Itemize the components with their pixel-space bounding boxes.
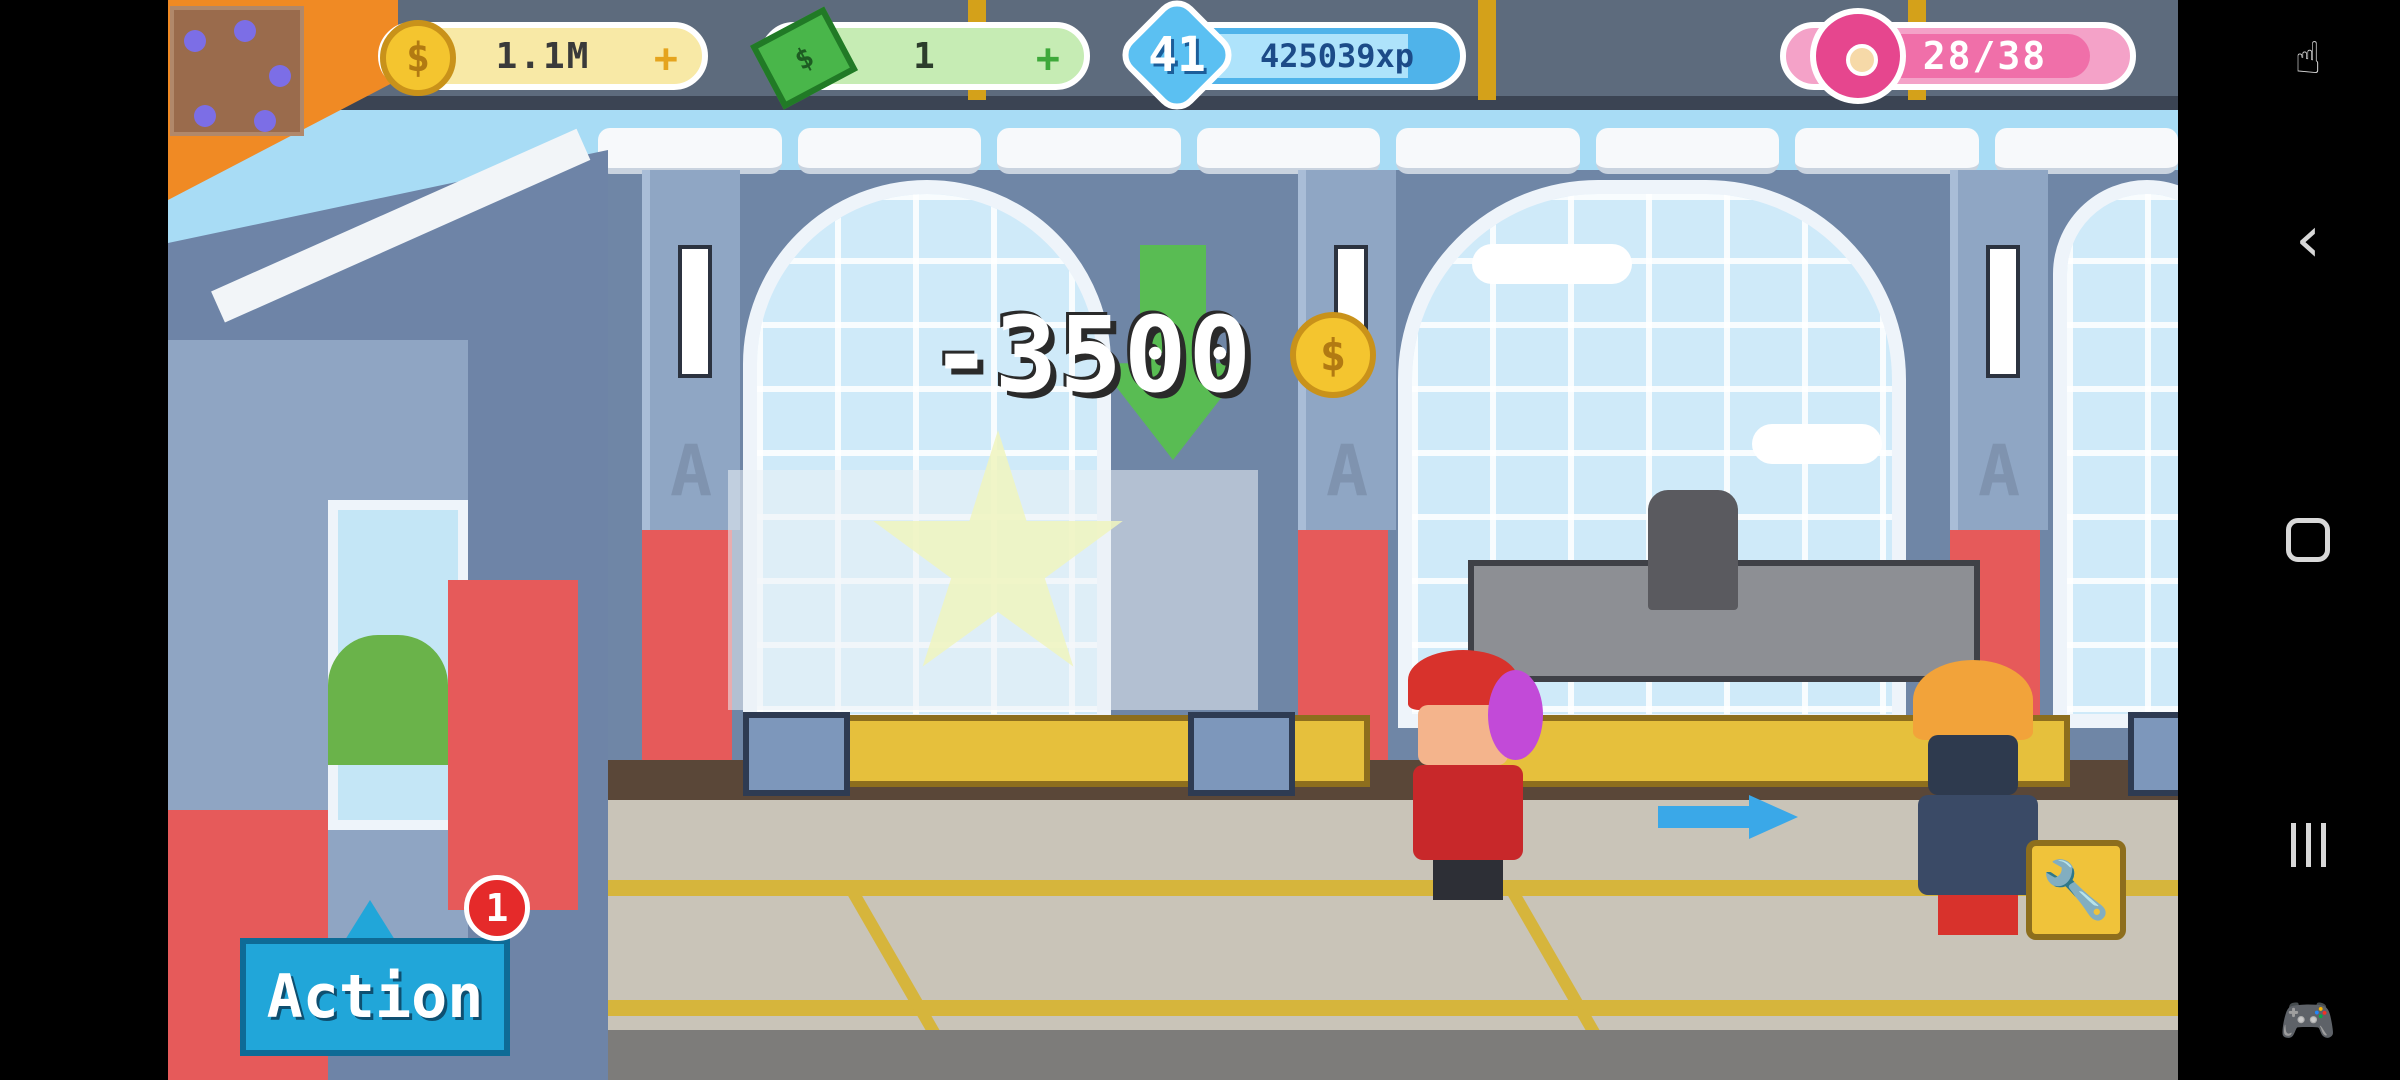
- xp-value: 425039xp: [1259, 37, 1415, 75]
- platform-end: [2128, 712, 2178, 796]
- back-icon[interactable]: ‹: [2278, 203, 2338, 277]
- station-window: [2053, 180, 2178, 728]
- recents-icon[interactable]: [2278, 815, 2338, 875]
- action-button[interactable]: Action: [240, 938, 510, 1056]
- coin-icon: $: [1290, 312, 1376, 398]
- platform-end: [1188, 712, 1295, 796]
- pillar: A: [1950, 170, 2048, 530]
- platform-end: [743, 712, 850, 796]
- cash-value: 1: [913, 35, 937, 77]
- touch-lock-icon[interactable]: ☝: [2278, 28, 2338, 88]
- worker-character[interactable]: [1388, 650, 1548, 910]
- donut-icon: [1810, 8, 1906, 104]
- coins-value: 1.1M: [495, 35, 591, 77]
- cost-popup: -3500: [930, 294, 1254, 416]
- add-cash-button[interactable]: +: [1036, 36, 1062, 82]
- ceiling-beam: [1478, 0, 1496, 100]
- gamepad-icon[interactable]: 🎮: [2278, 990, 2338, 1050]
- wrench-button[interactable]: 🔧: [2026, 840, 2126, 940]
- ceiling-lights: [598, 128, 2178, 174]
- coin-icon: $: [380, 20, 456, 96]
- wrench-icon: 🔧: [2041, 858, 2111, 923]
- pillar: A: [642, 170, 740, 530]
- notification-badge: 1: [464, 875, 530, 941]
- add-coins-button[interactable]: +: [654, 36, 680, 82]
- player-avatar[interactable]: [170, 6, 304, 136]
- wall-red-band: [642, 530, 732, 760]
- home-icon[interactable]: [2278, 510, 2338, 570]
- level-number: 41: [1148, 27, 1206, 83]
